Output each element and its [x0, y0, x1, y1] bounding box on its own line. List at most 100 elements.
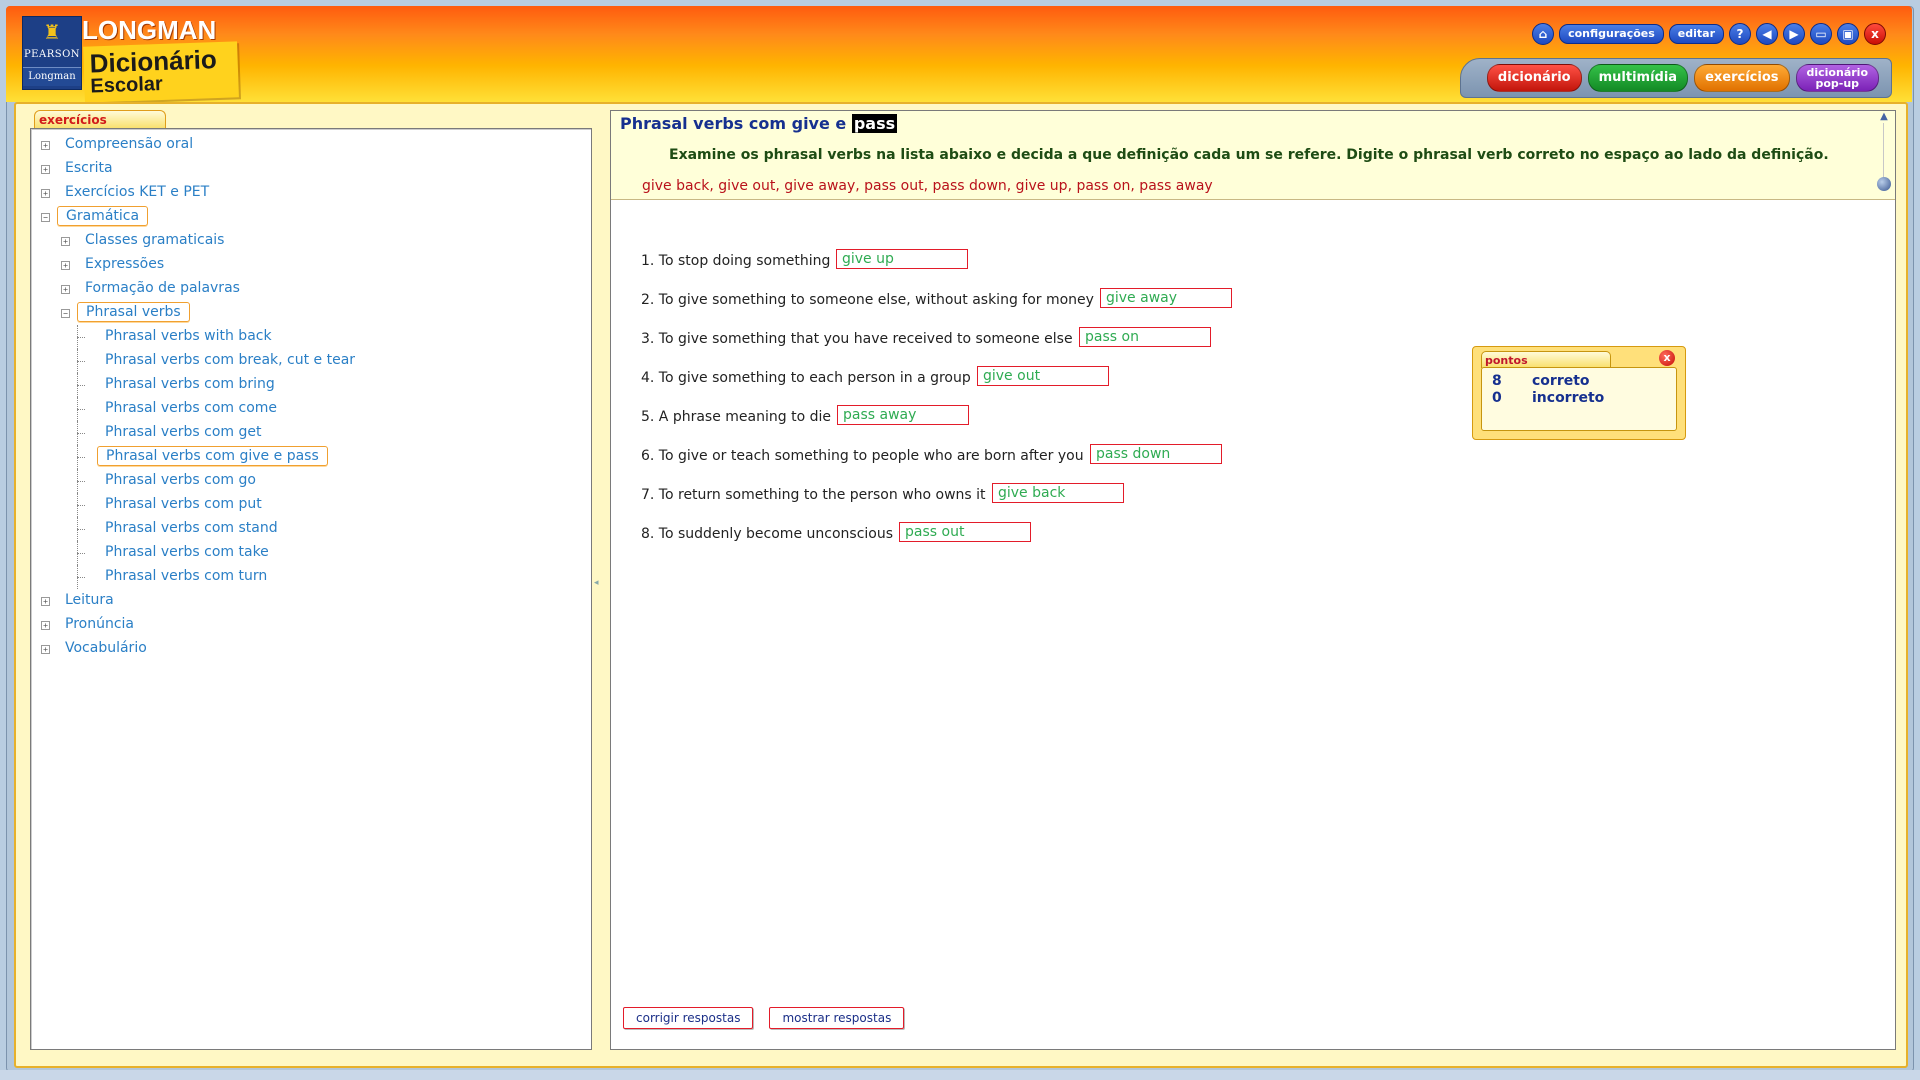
instructions-scrollbar[interactable]: ▲: [1877, 112, 1891, 197]
expand-icon[interactable]: +: [41, 645, 50, 654]
close-icon[interactable]: x: [1864, 23, 1886, 45]
tree-item[interactable]: + Escrita: [31, 157, 591, 181]
question-text: 6. To give or teach something to people …: [641, 448, 1084, 464]
tree-item-label[interactable]: Escrita: [62, 160, 116, 176]
answer-input[interactable]: give away: [1100, 288, 1232, 308]
tree-connector: [77, 409, 85, 410]
tree-item[interactable]: + Pronúncia: [31, 613, 591, 637]
restore-window-icon[interactable]: ▭: [1810, 23, 1832, 45]
tree-item[interactable]: − Gramática: [31, 205, 591, 229]
tree-item-label[interactable]: Compreensão oral: [62, 136, 196, 152]
tree-item[interactable]: Phrasal verbs com bring: [31, 373, 591, 397]
score-content: 8 correto 0 incorreto: [1481, 367, 1677, 431]
taskbar-strip: [0, 1070, 1920, 1080]
incorrect-count: 0: [1492, 390, 1502, 406]
answer-input[interactable]: pass away: [837, 405, 969, 425]
score-title: pontos: [1485, 354, 1528, 367]
exercise-title-highlight: pass: [851, 114, 898, 133]
tab-multimidia[interactable]: multimídia: [1587, 64, 1689, 92]
tree-item-label[interactable]: Leitura: [62, 592, 117, 608]
tree-item-label[interactable]: Phrasal verbs with back: [102, 328, 275, 344]
answer-input[interactable]: pass out: [899, 522, 1031, 542]
tree-item-label[interactable]: Gramática: [57, 206, 149, 226]
score-popup: pontos x 8 correto 0 incorreto: [1472, 346, 1686, 440]
tree-item[interactable]: + Expressões: [31, 253, 591, 277]
collapse-icon[interactable]: −: [61, 309, 70, 318]
tree-item[interactable]: + Exercícios KET e PET: [31, 181, 591, 205]
app-subtitle-2: Escolar: [90, 72, 164, 98]
answer-input[interactable]: pass down: [1090, 444, 1222, 464]
splitter-handle-icon[interactable]: ◂: [594, 578, 604, 588]
tree-item[interactable]: + Formação de palavras: [31, 277, 591, 301]
tree-item-label[interactable]: Exercícios KET e PET: [62, 184, 212, 200]
answer-input[interactable]: give out: [977, 366, 1109, 386]
tree-item-label[interactable]: Phrasal verbs com come: [102, 400, 280, 416]
pearson-logo: ♜ PEARSON Longman: [22, 16, 82, 90]
tree-item-label[interactable]: Phrasal verbs com turn: [102, 568, 270, 584]
tree-item[interactable]: − Phrasal verbs: [31, 301, 591, 325]
tree-item-label[interactable]: Phrasal verbs com stand: [102, 520, 281, 536]
tree-item[interactable]: + Leitura: [31, 589, 591, 613]
tree-item-label[interactable]: Phrasal verbs com break, cut e tear: [102, 352, 358, 368]
tree-item-label[interactable]: Phrasal verbs com go: [102, 472, 259, 488]
tree-item[interactable]: Phrasal verbs com break, cut e tear: [31, 349, 591, 373]
instructions-box: Phrasal verbs com give e pass Examine os…: [611, 111, 1895, 200]
answer-input[interactable]: pass on: [1079, 327, 1211, 347]
collapse-icon[interactable]: −: [41, 213, 50, 222]
tree-item-label[interactable]: Classes gramaticais: [82, 232, 227, 248]
tree-item[interactable]: Phrasal verbs com take: [31, 541, 591, 565]
show-answers-button[interactable]: mostrar respostas: [769, 1007, 905, 1029]
tree-connector: [77, 481, 85, 482]
expand-icon[interactable]: +: [41, 597, 50, 606]
tree-item-label[interactable]: Pronúncia: [62, 616, 137, 632]
tree-item[interactable]: Phrasal verbs com put: [31, 493, 591, 517]
tree-item[interactable]: Phrasal verbs com come: [31, 397, 591, 421]
scroll-thumb[interactable]: [1877, 177, 1891, 191]
tree-item-label[interactable]: Phrasal verbs com bring: [102, 376, 278, 392]
check-answers-button[interactable]: corrigir respostas: [623, 1007, 754, 1029]
tree-item-label[interactable]: Formação de palavras: [82, 280, 243, 296]
expand-icon[interactable]: +: [61, 261, 70, 270]
tree-item[interactable]: Phrasal verbs com stand: [31, 517, 591, 541]
scroll-track[interactable]: [1883, 123, 1884, 185]
tree-item-label[interactable]: Expressões: [82, 256, 167, 272]
tree-item-label[interactable]: Phrasal verbs com put: [102, 496, 265, 512]
tab-exercicios[interactable]: exercícios: [1694, 64, 1790, 92]
tree-item[interactable]: + Compreensão oral: [31, 133, 591, 157]
tree-item[interactable]: Phrasal verbs com get: [31, 421, 591, 445]
tree-item[interactable]: Phrasal verbs com go: [31, 469, 591, 493]
expand-icon[interactable]: +: [41, 621, 50, 630]
expand-icon[interactable]: +: [41, 165, 50, 174]
forward-arrow-icon[interactable]: ▶: [1783, 23, 1805, 45]
tab-dicionario[interactable]: dicionário: [1486, 64, 1582, 92]
tree-item[interactable]: Phrasal verbs with back: [31, 325, 591, 349]
settings-button[interactable]: configurações: [1559, 24, 1664, 44]
edit-button[interactable]: editar: [1668, 24, 1724, 44]
tree-item-label[interactable]: Phrasal verbs: [77, 302, 190, 322]
expand-icon[interactable]: +: [61, 285, 70, 294]
tree-item-label[interactable]: Phrasal verbs com take: [102, 544, 272, 560]
tree-item[interactable]: Phrasal verbs com turn: [31, 565, 591, 589]
answer-input[interactable]: give back: [992, 483, 1124, 503]
tree-connector: [77, 505, 85, 506]
back-arrow-icon[interactable]: ◀: [1756, 23, 1778, 45]
close-icon[interactable]: x: [1659, 350, 1675, 366]
expand-icon[interactable]: +: [41, 141, 50, 150]
tree-item[interactable]: + Classes gramaticais: [31, 229, 591, 253]
tree-item-label[interactable]: Phrasal verbs com get: [102, 424, 265, 440]
question-text: 1. To stop doing something: [641, 253, 831, 269]
maximize-window-icon[interactable]: ▣: [1837, 23, 1859, 45]
tree-item-label[interactable]: Phrasal verbs com give e pass: [97, 446, 328, 466]
tree-item-label[interactable]: Vocabulário: [62, 640, 150, 656]
expand-icon[interactable]: +: [61, 237, 70, 246]
answer-input[interactable]: give up: [836, 249, 968, 269]
home-icon[interactable]: ⌂: [1532, 23, 1555, 45]
help-icon[interactable]: ?: [1729, 23, 1751, 45]
scroll-up-icon[interactable]: ▲: [1879, 112, 1889, 122]
expand-icon[interactable]: +: [41, 189, 50, 198]
tree-item[interactable]: + Vocabulário: [31, 637, 591, 661]
tab-dicionario-popup[interactable]: dicionário pop-up: [1795, 64, 1879, 92]
exercise-tree-panel: + Compreensão oral + Escrita + Exercícios KET…: [30, 128, 592, 1050]
tree-connector: [77, 553, 85, 554]
tree-item[interactable]: Phrasal verbs com give e pass: [31, 445, 591, 469]
